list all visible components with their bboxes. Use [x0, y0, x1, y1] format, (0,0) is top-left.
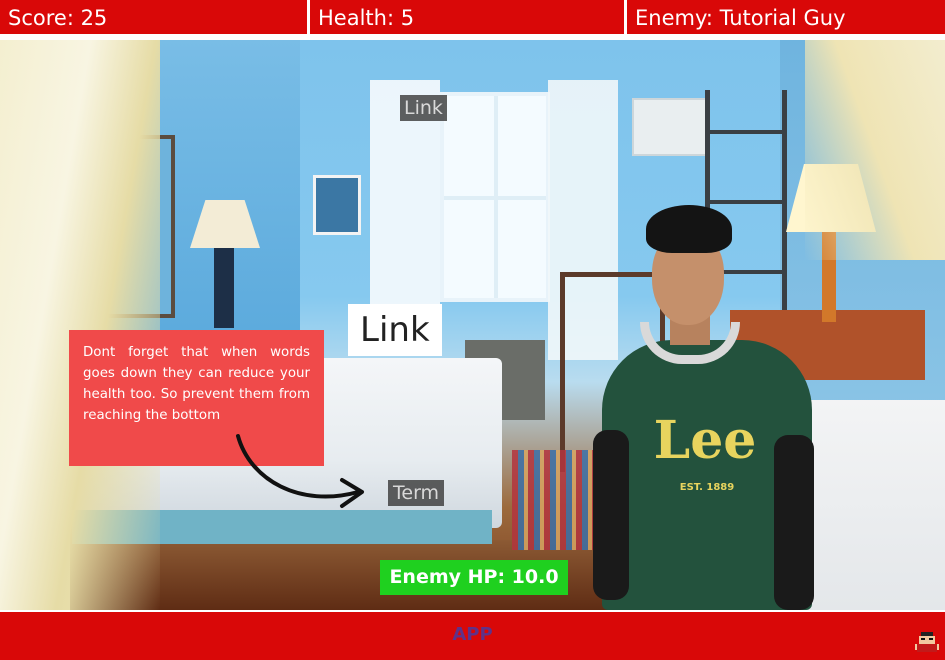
- wall-picture: [313, 175, 361, 235]
- falling-word[interactable]: Term: [388, 480, 445, 506]
- enemy-name-display: Enemy: Tutorial Guy: [627, 0, 945, 37]
- game-scene[interactable]: Lee EST. 1889 Link Link Term Dont forget…: [0, 40, 945, 610]
- curtain-left: [0, 40, 160, 610]
- lamp-left-base: [214, 248, 234, 328]
- tip-arrow-icon: [236, 434, 364, 508]
- bottom-bar: APP: [0, 612, 945, 660]
- sofa: [800, 400, 945, 610]
- falling-word[interactable]: Link: [400, 95, 447, 121]
- pixel-character-icon[interactable]: [915, 632, 939, 654]
- air-conditioner: [632, 98, 708, 156]
- shirt-text: EST. 1889: [679, 482, 735, 493]
- character-arm-left: [593, 430, 629, 600]
- window: [440, 92, 550, 302]
- curtain-right: [805, 40, 945, 260]
- health-display: Health: 5: [310, 0, 627, 37]
- enemy-hp-display: Enemy HP: 10.0: [380, 560, 568, 595]
- target-word[interactable]: Link: [348, 304, 442, 356]
- bottom-label: APP: [452, 624, 493, 645]
- score-display: Score: 25: [0, 0, 310, 37]
- hud-bar: Score: 25 Health: 5 Enemy: Tutorial Guy: [0, 0, 945, 40]
- enemy-character: Lee EST. 1889: [590, 200, 820, 610]
- character-hair: [646, 205, 732, 253]
- character-arm-right: [774, 435, 814, 610]
- shirt-logo: Lee: [653, 410, 757, 471]
